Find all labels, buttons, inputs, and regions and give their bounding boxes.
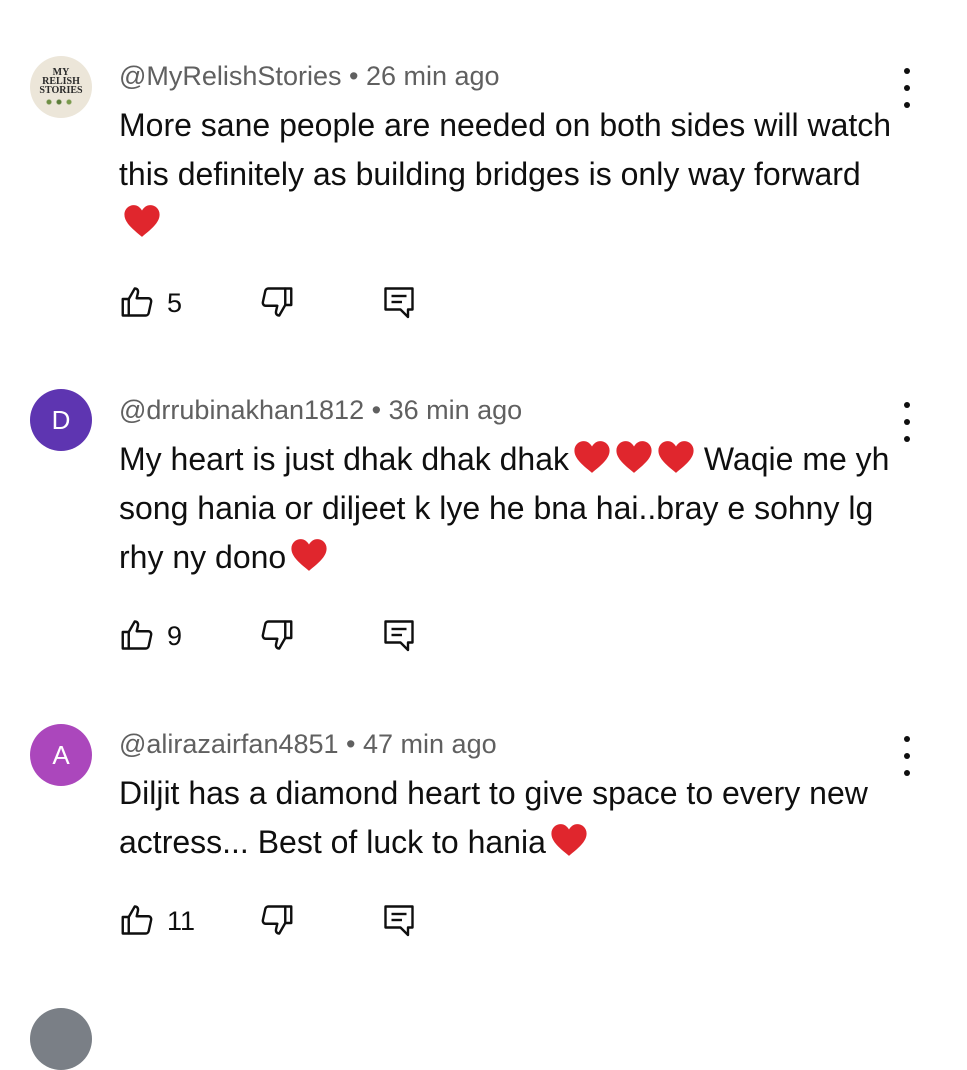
comment-author[interactable]: @MyRelishStories — [119, 61, 341, 91]
comment-text-content: More sane people are needed on both side… — [119, 107, 892, 192]
comment-actions: 11 — [119, 902, 439, 942]
red-heart-emoji-icon — [124, 205, 160, 237]
comment-time: 26 min ago — [365, 61, 500, 91]
comment-text-content: Diljit has a diamond heart to give space… — [119, 775, 868, 860]
comment-text: More sane people are needed on both side… — [119, 101, 899, 248]
avatar[interactable]: MY RELISH STORIES — [30, 56, 92, 118]
red-heart-emoji-icon — [658, 441, 694, 473]
thumbs-up-icon[interactable] — [119, 284, 155, 320]
thumbs-up-icon[interactable] — [119, 902, 155, 938]
leaf-decoration — [41, 98, 81, 106]
like-count: 11 — [167, 906, 196, 936]
like-count: 9 — [167, 621, 183, 651]
comment-author[interactable]: @alirazairfan4851 — [119, 729, 339, 759]
comment-text-part-1: My heart is just dhak dhak dhak — [119, 441, 570, 477]
avatar[interactable]: D — [30, 389, 92, 451]
red-heart-emoji-icon — [551, 824, 587, 856]
thumbs-up-icon[interactable] — [119, 617, 155, 653]
avatar-letter: D — [51, 404, 71, 435]
meta-separator: • — [338, 729, 364, 759]
comment-meta: @MyRelishStories • 26 min ago — [119, 61, 500, 92]
avatar[interactable]: A — [30, 724, 92, 786]
comment-actions: 5 — [119, 284, 439, 324]
reply-icon[interactable] — [381, 902, 417, 938]
comment-actions: 9 — [119, 617, 439, 657]
like-count: 5 — [167, 288, 183, 318]
reply-icon[interactable] — [381, 284, 417, 320]
thumbs-down-icon[interactable] — [259, 902, 295, 938]
thumbs-down-icon[interactable] — [259, 284, 295, 320]
comment-time: 36 min ago — [388, 395, 523, 425]
comment-meta: @alirazairfan4851 • 47 min ago — [119, 729, 497, 760]
avatar-logo-line-3: STORIES — [39, 85, 83, 96]
meta-separator: • — [341, 61, 366, 91]
reply-icon[interactable] — [381, 617, 417, 653]
comment-time: 47 min ago — [363, 729, 497, 759]
comment-text: My heart is just dhak dhak dhak Waqie me… — [119, 435, 899, 582]
red-heart-emoji-icon — [616, 441, 652, 473]
red-heart-emoji-icon — [574, 441, 610, 473]
meta-separator: • — [364, 395, 389, 425]
comment-meta: @drrubinakhan1812 • 36 min ago — [119, 395, 522, 426]
red-heart-emoji-icon — [291, 539, 327, 571]
comment-author[interactable]: @drrubinakhan1812 — [119, 395, 364, 425]
comment-text: Diljit has a diamond heart to give space… — [119, 769, 899, 867]
avatar-partial[interactable] — [30, 1008, 92, 1070]
thumbs-down-icon[interactable] — [259, 617, 295, 653]
avatar-letter: A — [52, 739, 70, 770]
